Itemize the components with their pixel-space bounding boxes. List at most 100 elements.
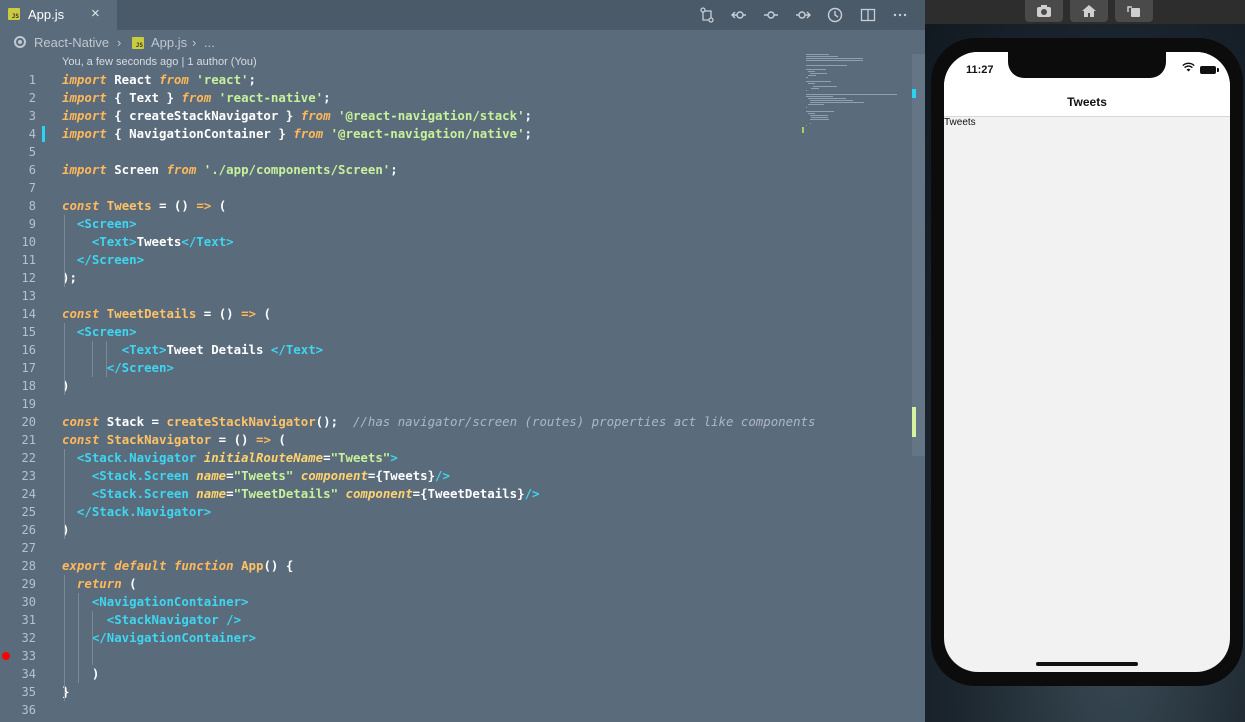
line-number: 17: [21, 361, 36, 375]
code-text[interactable]: </Screen>: [62, 359, 174, 377]
code-line[interactable]: 13: [0, 287, 905, 305]
code-text[interactable]: const Stack = createStackNavigator(); //…: [62, 413, 815, 431]
code-line[interactable]: 29 return (: [0, 575, 905, 593]
code-line[interactable]: 8 const Tweets = () => (: [0, 197, 905, 215]
phone-screen[interactable]: 11:27 Tweets Tweets: [944, 52, 1230, 672]
code-line[interactable]: 9 <Screen>: [0, 215, 905, 233]
code-line[interactable]: 21 const StackNavigator = () => (: [0, 431, 905, 449]
code-text[interactable]: <Stack.Navigator initialRouteName="Tweet…: [62, 449, 398, 467]
minimap-line: [806, 89, 807, 91]
breadcrumb-file[interactable]: App.js: [151, 35, 187, 50]
code-line[interactable]: 18): [0, 377, 905, 395]
code-line[interactable]: 33: [0, 647, 905, 665]
code-text[interactable]: import React from 'react';: [62, 71, 256, 89]
go-forward-icon[interactable]: [795, 7, 811, 27]
rotate-icon[interactable]: [1115, 0, 1153, 22]
code-line[interactable]: 4 import { NavigationContainer } from '@r…: [0, 125, 905, 143]
code-text[interactable]: import Screen from './app/components/Scr…: [62, 161, 398, 179]
minimap-line: [806, 106, 807, 108]
code-text[interactable]: import { createStackNavigator } from '@r…: [62, 107, 532, 125]
code-text[interactable]: <Screen>: [62, 215, 137, 233]
code-line[interactable]: 11 </Screen>: [0, 251, 905, 269]
indent-guide: [106, 341, 107, 377]
navigation-header: Tweets: [944, 92, 1230, 117]
line-number: 22: [21, 451, 36, 465]
minimap-line: [811, 117, 828, 118]
open-changes-icon[interactable]: [699, 7, 715, 27]
minimap-line: [807, 104, 824, 106]
code-line[interactable]: 1 import React from 'react';: [0, 71, 905, 89]
code-text[interactable]: <Screen>: [62, 323, 137, 341]
line-number: 6: [28, 163, 36, 177]
code-line[interactable]: 12);: [0, 269, 905, 287]
code-line[interactable]: 34 ): [0, 665, 905, 683]
code-line[interactable]: 22 <Stack.Navigator initialRouteName="Tw…: [0, 449, 905, 467]
timeline-icon[interactable]: [827, 7, 843, 27]
code-text[interactable]: <StackNavigator />: [62, 611, 241, 629]
line-number: 29: [21, 577, 36, 591]
code-text[interactable]: export default function App() {: [62, 557, 293, 575]
go-back-icon[interactable]: [731, 7, 747, 27]
code-line[interactable]: 2 import { Text } from 'react-native';: [0, 89, 905, 107]
tab-app-js[interactable]: JS App.js ×: [0, 0, 117, 30]
code-line[interactable]: 7: [0, 179, 905, 197]
code-line[interactable]: 30 <NavigationContainer>: [0, 593, 905, 611]
code-text[interactable]: <Text>Tweet Details </Text>: [62, 341, 323, 359]
code-line[interactable]: 31 <StackNavigator />: [0, 611, 905, 629]
code-line[interactable]: 6 import Screen from './app/components/Sc…: [0, 161, 905, 179]
code-line[interactable]: 24 <Stack.Screen name="TweetDetails" com…: [0, 485, 905, 503]
code-line[interactable]: 23 <Stack.Screen name="Tweets" component…: [0, 467, 905, 485]
code-text[interactable]: <Stack.Screen name="TweetDetails" compon…: [62, 485, 540, 503]
code-text[interactable]: const TweetDetails = () => (: [62, 305, 271, 323]
code-text[interactable]: </Screen>: [62, 251, 144, 269]
code-line[interactable]: 25 </Stack.Navigator>: [0, 503, 905, 521]
folder-root-icon: [14, 36, 26, 48]
code-text[interactable]: <Text>Tweets</Text>: [62, 233, 234, 251]
code-editor[interactable]: JS App.js × React-Native › JS App.js › .…: [0, 0, 925, 722]
code-line[interactable]: 14 const TweetDetails = () => (: [0, 305, 905, 323]
code-text[interactable]: <Stack.Screen name="Tweets" component={T…: [62, 467, 450, 485]
code-line[interactable]: 36: [0, 701, 905, 719]
code-line[interactable]: 10 <Text>Tweets</Text>: [0, 233, 905, 251]
breakpoint-icon[interactable]: [2, 652, 10, 660]
code-line[interactable]: 35}: [0, 683, 905, 701]
code-text[interactable]: return (: [62, 575, 137, 593]
code-line[interactable]: 5: [0, 143, 905, 161]
line-number: 34: [21, 667, 36, 681]
git-commit-icon[interactable]: [763, 7, 779, 27]
screenshot-icon[interactable]: [1025, 0, 1063, 22]
code-line[interactable]: 27: [0, 539, 905, 557]
code-line[interactable]: 3 import { createStackNavigator } from '@…: [0, 107, 905, 125]
home-indicator[interactable]: [1036, 662, 1138, 666]
breadcrumb-more[interactable]: ...: [204, 35, 215, 50]
minimap-line: [809, 72, 827, 74]
code-text[interactable]: import { Text } from 'react-native';: [62, 89, 331, 107]
git-blame-annotation[interactable]: You, a few seconds ago | 1 author (You): [62, 56, 257, 68]
code-line[interactable]: 16 <Text>Tweet Details </Text>: [0, 341, 905, 359]
screen-text: Tweets: [944, 117, 976, 128]
code-line[interactable]: 19: [0, 395, 905, 413]
code-line[interactable]: 32 </NavigationContainer>: [0, 629, 905, 647]
code-text[interactable]: </Stack.Navigator>: [62, 503, 211, 521]
vertical-scrollbar[interactable]: [912, 54, 925, 456]
code-text[interactable]: const StackNavigator = () => (: [62, 431, 286, 449]
code-text[interactable]: import { NavigationContainer } from '@re…: [62, 125, 532, 143]
code-text[interactable]: ): [62, 665, 99, 683]
code-line[interactable]: 17 </Screen>: [0, 359, 905, 377]
code-line[interactable]: 28 export default function App() {: [0, 557, 905, 575]
code-line[interactable]: 26): [0, 521, 905, 539]
minimap-line: [806, 77, 808, 79]
code-text[interactable]: const Tweets = () => (: [62, 197, 226, 215]
close-icon[interactable]: ×: [91, 5, 100, 22]
minimap[interactable]: [806, 54, 912, 134]
split-editor-icon[interactable]: [860, 7, 876, 27]
modified-line-indicator: [42, 126, 45, 142]
code-text[interactable]: <NavigationContainer>: [62, 593, 249, 611]
code-line[interactable]: 15 <Screen>: [0, 323, 905, 341]
home-icon[interactable]: [1070, 0, 1108, 22]
more-actions-icon[interactable]: [892, 7, 908, 27]
minimap-line: [809, 102, 864, 104]
code-line[interactable]: 20 const Stack = createStackNavigator(); …: [0, 413, 905, 431]
line-number: 14: [21, 307, 36, 321]
breadcrumb-root[interactable]: React-Native: [34, 35, 109, 50]
